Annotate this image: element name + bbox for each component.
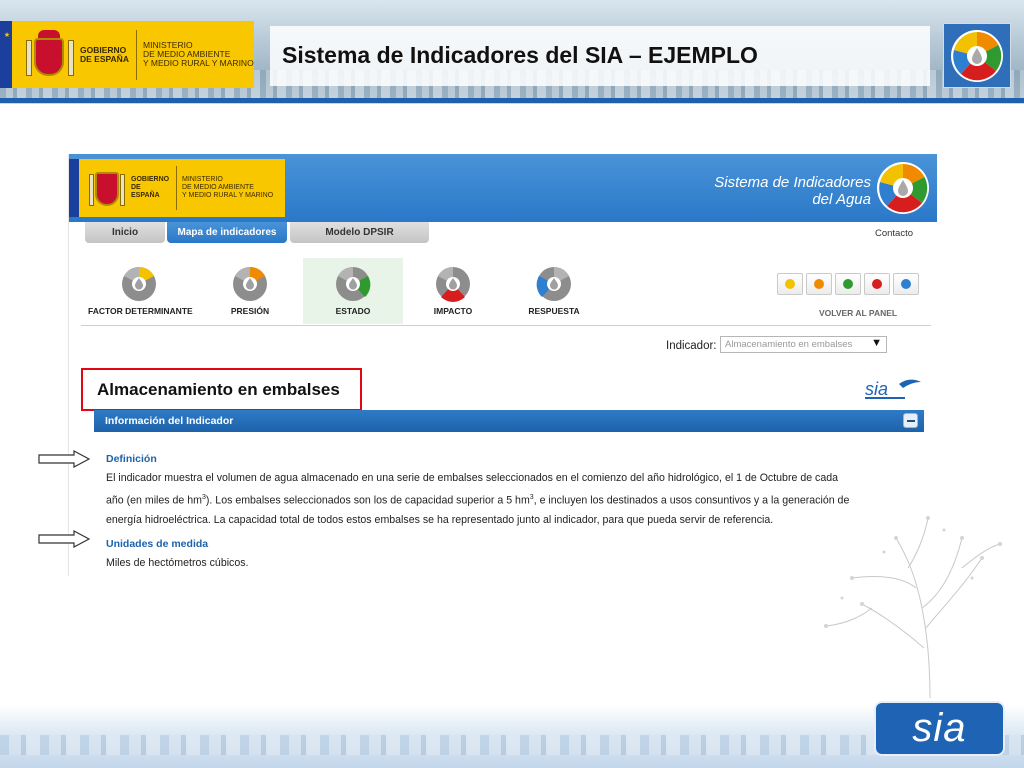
embedded-website: GOBIERNO DE ESPAÑA MINISTERIO DE MEDIO A… <box>68 154 937 576</box>
slide: GOBIERNO DE ESPAÑA MINISTERIO DE MEDIO A… <box>0 0 1024 768</box>
dpsir-label: IMPACTO <box>433 306 473 316</box>
definicion-line-2c: , e incluyen los destinados a usos consu… <box>533 494 850 507</box>
bottom-water-decoration <box>0 705 1024 768</box>
divider <box>81 325 931 326</box>
web-gov-ministerio: MINISTERIO DE MEDIO AMBIENTE Y MEDIO RUR… <box>182 176 274 199</box>
dpsir-label: RESPUESTA <box>528 306 580 316</box>
dpsir-wheel-icon <box>436 267 470 302</box>
dpsir-wheel-icon <box>233 267 267 301</box>
gov-logo-divider <box>136 29 137 80</box>
arrow-right-icon <box>38 450 90 468</box>
unidades-title: Unidades de medida <box>106 538 209 550</box>
web-gov-divider <box>176 166 177 210</box>
dpsir-label: FACTOR DETERMINANTE <box>88 306 193 316</box>
mini-wheel-icon <box>901 279 911 289</box>
mini-icon-presion[interactable] <box>806 273 832 295</box>
dropdown-arrow-icon: ▼ <box>871 337 882 349</box>
indicador-label: Indicador: <box>666 340 717 352</box>
panel-mini-icons <box>777 273 922 295</box>
unidades-text: Miles de hectómetros cúbicos. <box>106 557 249 569</box>
plant-illustration-icon <box>824 516 1002 698</box>
indicator-header: Almacenamiento en embalses sia <box>81 364 931 412</box>
dpsir-presion[interactable]: PRESIÓN <box>200 266 300 324</box>
coat-of-arms-icon <box>26 29 74 80</box>
definicion-line-1: El indicador muestra el volumen de agua … <box>106 472 839 484</box>
gov-logo: GOBIERNO DE ESPAÑA MINISTERIO DE MEDIO A… <box>0 21 254 88</box>
gov-logo-gobierno: GOBIERNO DE ESPAÑA <box>80 44 129 64</box>
mini-wheel-icon <box>814 279 824 289</box>
indicator-title: Almacenamiento en embalses <box>97 380 340 399</box>
eu-flag-icon <box>69 159 79 217</box>
contact-link[interactable]: Contacto <box>875 228 913 239</box>
mini-wheel-icon <box>872 279 882 289</box>
definicion-line-2a: año (en miles de hm <box>106 494 202 507</box>
indicador-select[interactable]: Almacenamiento en embalses ▼ <box>720 336 887 353</box>
info-bar[interactable]: Información del Indicador <box>94 410 924 432</box>
definicion-line-3: energía hidroeléctrica. La capacidad tot… <box>106 513 774 526</box>
definicion-title: Definición <box>106 453 157 465</box>
info-bar-title: Información del Indicador <box>105 415 234 427</box>
title-box: Sistema de Indicadores del SIA – EJEMPLO <box>270 26 930 86</box>
indicator-title-highlight: Almacenamiento en embalses <box>81 368 362 411</box>
mini-icon-estado[interactable] <box>835 273 861 295</box>
volver-al-panel-link[interactable]: VOLVER AL PANEL <box>819 308 897 318</box>
definicion-line-2: año (en miles de hm3). Los embalses sele… <box>106 488 906 511</box>
dpsir-factor-determinante[interactable]: FACTOR DETERMINANTE <box>88 266 193 324</box>
definicion-line-2b: ). Los embalses seleccionados son los de… <box>205 494 530 507</box>
mini-icon-impacto[interactable] <box>864 273 890 295</box>
slide-title: Sistema de Indicadores del SIA – EJEMPLO <box>282 42 758 68</box>
svg-text:sia: sia <box>865 379 888 399</box>
web-gov-logo[interactable]: GOBIERNO DE ESPAÑA MINISTERIO DE MEDIO A… <box>69 159 285 217</box>
tab-modelo-dpsir[interactable]: Modelo DPSIR <box>290 222 429 243</box>
sia-wheel-icon[interactable] <box>875 160 931 216</box>
sia-logo-text: sia <box>912 706 967 750</box>
mini-icon-factor[interactable] <box>777 273 803 295</box>
web-site-title: Sistema de Indicadores del Agua <box>714 174 871 208</box>
mini-wheel-icon <box>843 279 853 289</box>
eu-flag-icon <box>0 21 18 88</box>
water-ripple <box>0 735 1024 755</box>
dpsir-wheel-icon <box>122 267 156 301</box>
arrow-right-icon <box>38 530 90 548</box>
dpsir-label: ESTADO <box>335 306 371 316</box>
dpsir-label: PRESIÓN <box>230 306 270 316</box>
banner-underline <box>0 98 1024 103</box>
tab-inicio[interactable]: Inicio <box>85 222 165 243</box>
coat-of-arms-icon <box>89 166 125 210</box>
indicador-selected-value: Almacenamiento en embalses <box>725 339 853 350</box>
dpsir-wheel-icon <box>336 267 371 301</box>
tab-mapa-de-indicadores[interactable]: Mapa de indicadores <box>167 222 287 243</box>
dpsir-impacto[interactable]: IMPACTO <box>403 266 503 324</box>
dpsir-wheel-icon <box>536 267 571 301</box>
web-gov-gobierno: GOBIERNO DE ESPAÑA <box>131 176 170 199</box>
collapse-icon[interactable] <box>903 413 918 428</box>
gov-logo-ministerio: MINISTERIO DE MEDIO AMBIENTE Y MEDIO RUR… <box>143 40 254 68</box>
mini-wheel-icon <box>785 279 795 289</box>
sia-logo: sia <box>874 701 1005 756</box>
mini-icon-respuesta[interactable] <box>893 273 919 295</box>
dpsir-estado[interactable]: ESTADO <box>303 258 403 324</box>
sia-small-logo-icon: sia <box>865 379 921 399</box>
dpsir-respuesta[interactable]: RESPUESTA <box>504 266 604 324</box>
web-header: GOBIERNO DE ESPAÑA MINISTERIO DE MEDIO A… <box>69 154 937 222</box>
nav-bar: Inicio Mapa de indicadores Modelo DPSIR … <box>69 222 937 244</box>
definicion-text: El indicador muestra el volumen de agua … <box>106 469 906 530</box>
sia-wheel-icon <box>943 23 1011 88</box>
